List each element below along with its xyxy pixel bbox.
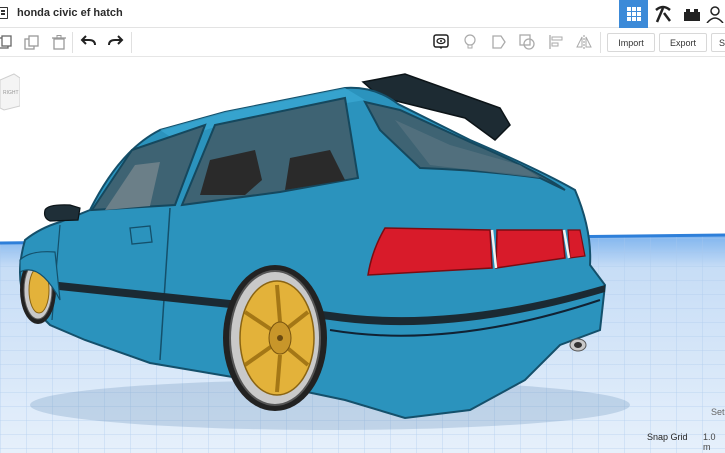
design-title[interactable]: honda civic ef hatch: [17, 7, 123, 19]
light-bulb-icon: [464, 34, 476, 49]
send-to-button[interactable]: Se: [711, 33, 725, 52]
mirror-button[interactable]: [575, 33, 593, 51]
view-cube[interactable]: RIGHT: [0, 72, 21, 112]
export-button[interactable]: Export: [659, 33, 707, 52]
redo-icon: [108, 35, 124, 46]
align-button[interactable]: [547, 33, 565, 51]
shape-tool-button[interactable]: [490, 33, 508, 51]
profile-button[interactable]: [704, 0, 725, 28]
mirror-icon: [576, 35, 592, 49]
bricks-icon: [683, 9, 700, 21]
bricks-button[interactable]: [677, 0, 706, 28]
user-icon: [705, 6, 724, 23]
grid-view-icon: [626, 7, 641, 21]
duplicate-icon: [23, 34, 39, 50]
copy-icon: [0, 35, 12, 49]
delete-icon: [52, 34, 66, 50]
workplane-viewport[interactable]: [0, 57, 725, 453]
import-button[interactable]: Import: [607, 33, 655, 52]
shape-icon: [492, 35, 506, 49]
show-hide-button[interactable]: [432, 33, 450, 51]
snap-grid-label: Snap Grid: [647, 432, 688, 442]
menu-icon[interactable]: [0, 7, 8, 19]
delete-button[interactable]: [50, 33, 68, 51]
build-button[interactable]: [648, 0, 677, 28]
duplicate-button[interactable]: [22, 33, 40, 51]
copy-button[interactable]: [0, 33, 14, 51]
group-icon: [519, 34, 535, 50]
view-cube-face-label: RIGHT: [3, 90, 19, 96]
align-icon: [549, 35, 563, 49]
top-bar: honda civic ef hatch: [0, 0, 725, 28]
toolbar-divider: [72, 32, 73, 53]
group-button[interactable]: [518, 33, 536, 51]
undo-icon: [80, 35, 96, 46]
toolbar-divider: [600, 32, 601, 53]
light-button[interactable]: [461, 33, 479, 51]
edit-toolbar: Import Export Se: [0, 28, 725, 57]
undo-button[interactable]: [79, 33, 97, 51]
grid-view-button[interactable]: [619, 0, 648, 28]
settings-link[interactable]: Set: [711, 407, 725, 417]
snap-grid-value[interactable]: 1.0 m: [703, 432, 725, 452]
view-toggle-icon: [433, 34, 449, 49]
redo-button[interactable]: [107, 33, 125, 51]
toolbar-divider: [131, 32, 132, 53]
app-window: honda civic ef hatch Import Export S RIG…: [0, 0, 725, 453]
pickaxe-icon: [654, 5, 671, 23]
